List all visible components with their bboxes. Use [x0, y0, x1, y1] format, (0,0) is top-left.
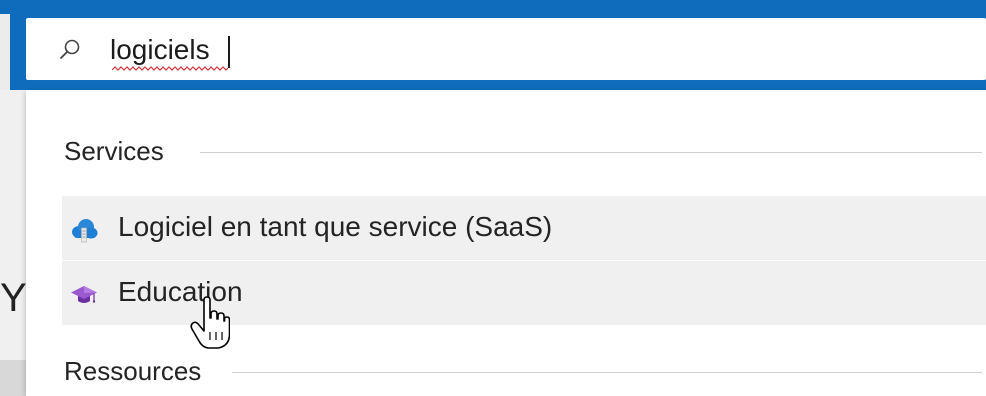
search-icon[interactable]: [58, 38, 82, 62]
graduation-cap-icon: [71, 286, 97, 303]
section-title: Ressources: [64, 356, 202, 386]
section-title: Services: [64, 136, 164, 166]
text-caret: [228, 36, 230, 68]
page-partial-heading: Y: [0, 276, 27, 320]
section-divider: [232, 372, 982, 373]
section-header-services: Services: [64, 136, 986, 172]
page-background-strip: Y: [0, 90, 27, 396]
section-divider: [200, 152, 982, 153]
section-header-ressources: Ressources: [64, 356, 986, 392]
spellcheck-underline: [112, 66, 228, 71]
hand-cursor-icon: [190, 296, 230, 349]
search-field-container[interactable]: [26, 18, 986, 80]
search-input[interactable]: [110, 32, 970, 68]
search-box[interactable]: [10, 12, 986, 90]
cloud-saas-icon: [72, 219, 98, 243]
result-item-saas[interactable]: Logiciel en tant que service (SaaS): [62, 196, 986, 260]
result-item-label: Logiciel en tant que service (SaaS): [118, 211, 553, 242]
search-results-dropdown: Services Logiciel en tant que service (S…: [26, 90, 986, 396]
page-background-footer: [0, 360, 26, 396]
